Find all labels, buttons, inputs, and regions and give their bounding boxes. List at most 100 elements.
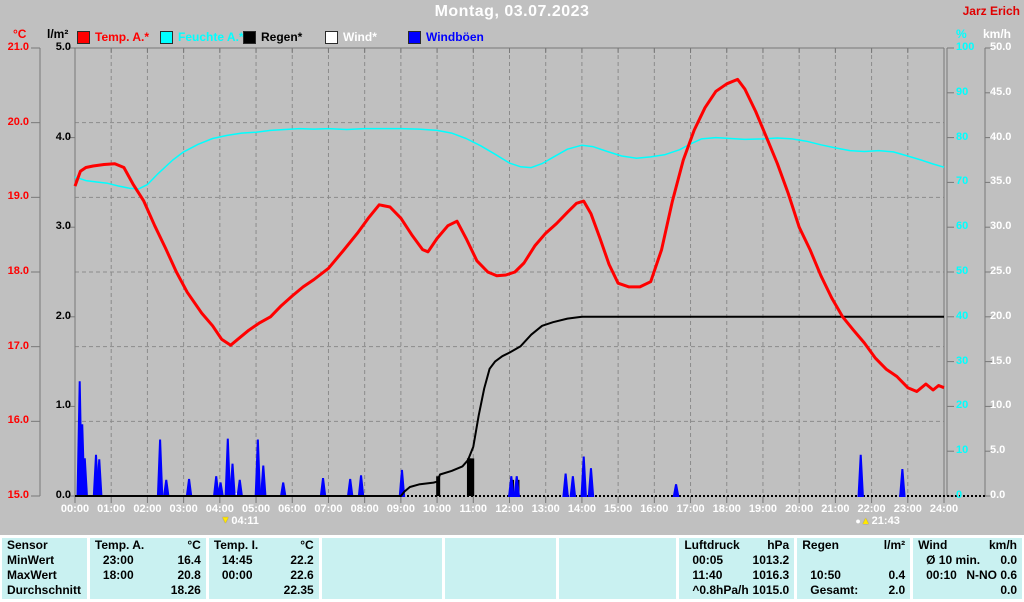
table-value-line: Ø 10 min.0.0 xyxy=(913,553,1022,568)
table-cell-value: 2.0 xyxy=(888,583,910,598)
table-column-empty xyxy=(322,538,442,599)
table-column-name xyxy=(322,538,327,553)
table-cell-time xyxy=(322,553,335,568)
table-value-line xyxy=(322,583,442,598)
table-column-empty xyxy=(559,538,676,599)
table-column-Temp. A.: Temp. A.°C23:0016.418:0020.818.26 xyxy=(90,538,206,599)
table-column-name: Luftdruck xyxy=(679,538,739,553)
wind-gust-spike xyxy=(238,480,242,496)
wind-gust-spike xyxy=(571,476,575,496)
wind-gust-spike xyxy=(214,476,218,496)
table-header-line xyxy=(322,538,442,553)
wind-gust-spike xyxy=(218,483,222,496)
table-column-Luftdruck: LuftdruckhPa00:051013.211:401016.3^0.8hP… xyxy=(679,538,794,599)
table-column-name: Regen xyxy=(797,538,839,553)
table-cell-time: 00:00 xyxy=(209,568,253,583)
wind-gust-spike xyxy=(674,484,678,496)
table-cell-value: 22.35 xyxy=(284,583,319,598)
table-value-line xyxy=(445,583,557,598)
table-value-line xyxy=(559,553,676,568)
table-row-labels-column: SensorMinWertMaxWertDurchschnitt xyxy=(2,538,87,599)
table-cell-value xyxy=(671,553,676,568)
wind-gust-spike xyxy=(359,475,363,496)
table-cell-time: 00:05 xyxy=(679,553,723,568)
chart-plot-area xyxy=(0,0,1024,535)
table-value-line xyxy=(322,553,442,568)
wind-gust-spike xyxy=(187,479,191,496)
table-value-line xyxy=(445,553,557,568)
table-value-line: 00:10 N-NO 0.6 xyxy=(913,568,1022,583)
table-column-unit xyxy=(671,538,676,553)
table-cell-value: N-NO 0.6 xyxy=(966,568,1022,583)
table-cell-value: 0.4 xyxy=(888,568,910,583)
table-cell-value xyxy=(905,553,910,568)
table-value-line xyxy=(445,568,557,583)
table-cell-time: Ø 10 min. xyxy=(913,553,980,568)
table-value-line: ^0.8hPa/h 1015.0 xyxy=(679,583,794,598)
table-cell-time: ^0.8hPa/h xyxy=(679,583,748,598)
wind-gust-spike xyxy=(164,480,168,496)
table-cell-value: 22.6 xyxy=(290,568,318,583)
table-column-Wind: Windkm/hØ 10 min.0.000:10N-NO 0.60.0 xyxy=(913,538,1022,599)
table-cell-time xyxy=(445,568,458,583)
table-cell-value: 16.4 xyxy=(177,553,205,568)
table-cell-value xyxy=(551,583,556,598)
table-cell-value: 20.8 xyxy=(177,568,205,583)
table-column-Temp. I.: Temp. I.°C14:4522.200:00 22.622.35 xyxy=(209,538,319,599)
table-cell-value xyxy=(437,568,442,583)
table-header-line: Wind km/h xyxy=(913,538,1022,553)
table-value-line: 00:00 22.6 xyxy=(209,568,319,583)
table-header-line: Temp. I.°C xyxy=(209,538,319,553)
table-cell-value: 1016.3 xyxy=(753,568,795,583)
table-value-line xyxy=(322,568,442,583)
rain-bar xyxy=(470,458,474,496)
wind-gust-spike xyxy=(158,440,162,496)
table-header-line: Temp. A.°C xyxy=(90,538,206,553)
table-cell-time: 00:10 xyxy=(913,568,957,583)
table-header-line: Regen l/m² xyxy=(797,538,910,553)
table-value-line: 22.35 xyxy=(209,583,319,598)
table-cell-time: 10:50 xyxy=(797,568,841,583)
table-value-line: 11:40 1016.3 xyxy=(679,568,794,583)
table-column-unit xyxy=(551,538,556,553)
table-cell-value xyxy=(551,553,556,568)
table-cell-time xyxy=(322,568,335,583)
table-cell-value xyxy=(671,568,676,583)
wind-gust-spike xyxy=(261,466,265,496)
table-column-name: Wind xyxy=(913,538,947,553)
wind-gust-spike xyxy=(348,479,352,496)
table-value-line: 14:4522.2 xyxy=(209,553,319,568)
table-column-name: Temp. I. xyxy=(209,538,258,553)
table-value-line xyxy=(559,568,676,583)
table-column-unit: l/m² xyxy=(884,538,910,553)
table-cell-time xyxy=(90,583,103,598)
table-value-line: 10:50 0.4 xyxy=(797,568,910,583)
table-header-line xyxy=(445,538,557,553)
table-column-name: Temp. A. xyxy=(90,538,144,553)
table-cell-value xyxy=(437,553,442,568)
table-header-line xyxy=(559,538,676,553)
table-row-label: Sensor xyxy=(2,538,87,553)
table-value-line xyxy=(797,553,910,568)
table-value-line: 18.26 xyxy=(90,583,206,598)
table-cell-value: 22.2 xyxy=(290,553,318,568)
table-cell-value: 1013.2 xyxy=(753,553,795,568)
table-cell-time xyxy=(913,583,926,598)
table-cell-time xyxy=(209,583,222,598)
table-cell-time xyxy=(559,583,572,598)
table-cell-time: 11:40 xyxy=(679,568,722,583)
table-header-line: LuftdruckhPa xyxy=(679,538,794,553)
table-cell-value: 1015.0 xyxy=(753,583,795,598)
wind-gust-spike xyxy=(509,476,513,496)
table-column-name xyxy=(559,538,564,553)
table-cell-time xyxy=(559,553,572,568)
table-cell-time xyxy=(322,583,335,598)
table-column-unit: km/h xyxy=(989,538,1022,553)
table-row-label: MinWert xyxy=(2,553,87,568)
wind-gust-spike xyxy=(589,468,593,496)
table-cell-time: 18:00 xyxy=(90,568,134,583)
table-cell-time xyxy=(445,583,458,598)
table-cell-time xyxy=(797,553,810,568)
table-row-label: MaxWert xyxy=(2,568,87,583)
wind-gust-spike xyxy=(515,476,519,496)
